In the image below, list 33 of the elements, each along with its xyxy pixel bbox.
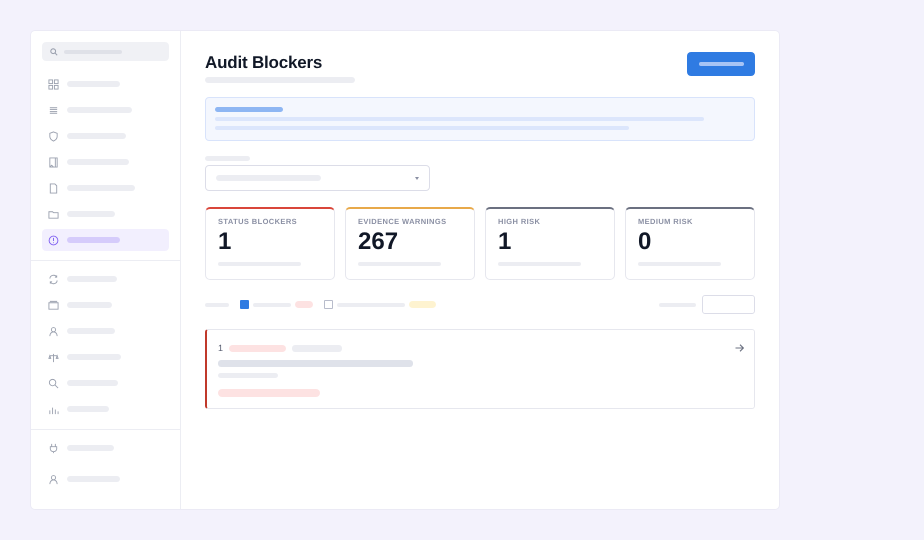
scale-icon [48,352,59,362]
search-icon [48,378,59,388]
tag [229,344,286,352]
list-icon [48,104,59,116]
page-title: Audit Blockers [205,53,324,73]
checkbox[interactable] [324,300,333,309]
input-field[interactable] [702,295,755,314]
nav-item[interactable] [42,229,169,251]
book-icon [48,156,59,168]
window-icon [48,300,59,310]
arrow-right-icon[interactable] [735,344,744,352]
folder-icon [48,208,59,220]
issue-number: 1 [218,343,224,353]
stat-value: 1 [218,228,232,256]
placeholder-bar [67,237,120,243]
plug-icon [48,442,59,454]
alert-icon [48,234,59,246]
stat-value: 0 [638,228,652,256]
stat-value: 1 [498,228,512,256]
user-icon [48,326,59,336]
stat-value: 267 [358,228,400,256]
user-icon [48,474,59,484]
search-icon [50,48,58,56]
grid-icon [48,78,59,90]
issue-card[interactable]: 1 [205,329,755,409]
refresh-icon [48,274,59,284]
caret-icon [415,176,419,180]
primary-button[interactable] [687,52,755,76]
search-field[interactable] [42,42,169,61]
checkbox[interactable] [240,300,249,309]
shield-icon [48,130,59,142]
document-icon [48,182,59,194]
dropdown[interactable] [205,165,430,191]
